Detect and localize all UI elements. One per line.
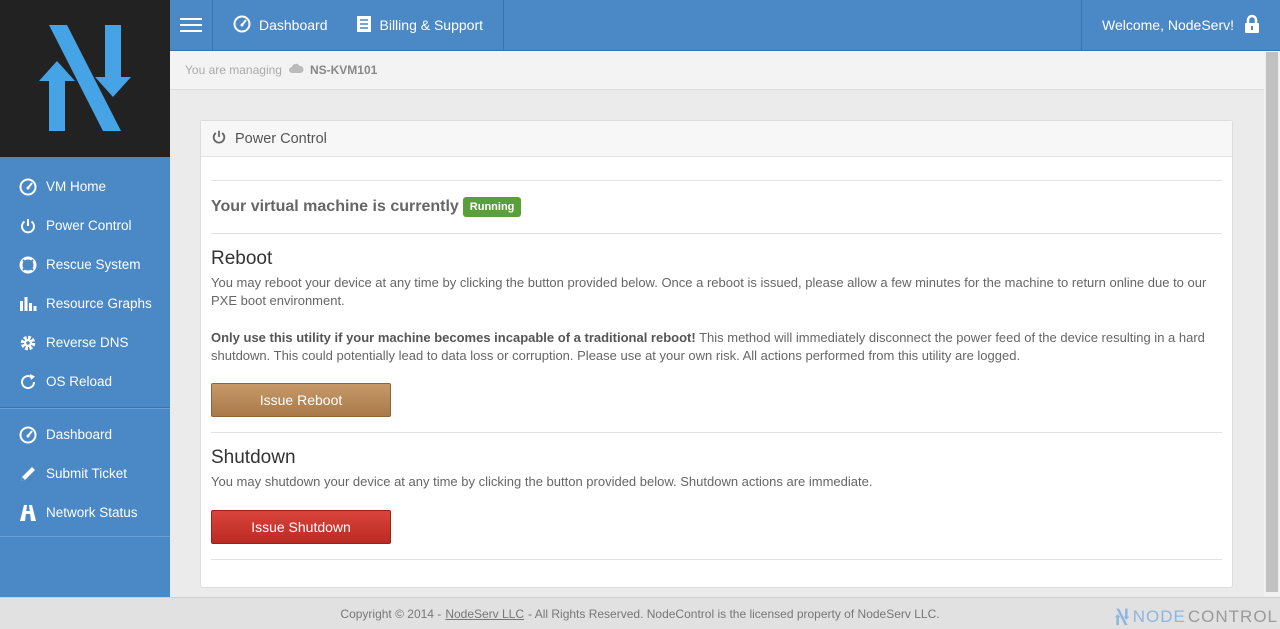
- sidebar-divider: [0, 536, 170, 537]
- sidebar-item-label: Submit Ticket: [46, 466, 128, 481]
- shutdown-heading: Shutdown: [211, 447, 296, 468]
- breadcrumb: You are managing NS-KVM101: [170, 51, 1264, 90]
- footer-suffix: - All Rights Reserved. NodeControl is th…: [528, 606, 940, 621]
- refresh-icon: [18, 372, 38, 392]
- sidebar-vm-group: VM Home Power Control Rescue System Reso…: [0, 157, 170, 401]
- sidebar-item-submit-ticket[interactable]: Submit Ticket: [0, 454, 170, 493]
- sidebar-item-label: Reverse DNS: [46, 335, 129, 350]
- lock-icon[interactable]: [1244, 14, 1260, 37]
- dashboard-icon: [233, 15, 251, 36]
- breadcrumb-prefix: You are managing: [185, 63, 282, 77]
- logo[interactable]: [0, 0, 170, 157]
- sidebar-item-network-status[interactable]: Network Status: [0, 493, 170, 532]
- footer-company-link[interactable]: NodeServ LLC: [445, 607, 524, 621]
- reboot-description: You may reboot your device at any time b…: [211, 275, 1207, 308]
- top-link-label: Billing & Support: [379, 17, 484, 33]
- power-icon: [211, 129, 227, 149]
- power-icon: [18, 216, 38, 236]
- lifebuoy-icon: [18, 255, 38, 275]
- vm-status: Your virtual machine is currently Runnin…: [211, 181, 1222, 233]
- nodecontrol-logo-icon: [1114, 608, 1129, 626]
- page-scrollbar[interactable]: [1264, 51, 1280, 597]
- footer: Copyright © 2014 - NodeServ LLC - All Ri…: [0, 597, 1280, 629]
- sidebar-item-vm-home[interactable]: VM Home: [0, 167, 170, 206]
- shutdown-description: You may shutdown your device at any time…: [211, 474, 873, 489]
- nodecontrol-logo-icon: [39, 24, 131, 131]
- divider: [211, 559, 1222, 560]
- breadcrumb-server[interactable]: NS-KVM101: [310, 63, 377, 77]
- dashboard-icon: [18, 177, 38, 197]
- sidebar-item-rescue-system[interactable]: Rescue System: [0, 245, 170, 284]
- footer-brand-logo: NODE CONTROL: [1113, 607, 1278, 627]
- dashboard-icon: [18, 425, 38, 445]
- status-badge: Running: [462, 197, 522, 217]
- reboot-heading: Reboot: [211, 248, 273, 269]
- power-control-panel: Power Control Your virtual machine is cu…: [200, 120, 1233, 588]
- divider: [211, 233, 1222, 234]
- network-icon: [18, 503, 38, 523]
- footer-brand-control: CONTROL: [1187, 607, 1278, 626]
- hamburger-icon: [180, 18, 202, 20]
- top-link-label: Dashboard: [259, 17, 328, 33]
- sidebar-item-label: Power Control: [46, 218, 132, 233]
- top-nav-links: Dashboard Billing & Support: [213, 0, 505, 50]
- sidebar-item-reverse-dns[interactable]: Reverse DNS: [0, 323, 170, 362]
- sidebar-item-label: Rescue System: [46, 257, 141, 272]
- sidebar-item-power-control[interactable]: Power Control: [0, 206, 170, 245]
- top-link-billing-support[interactable]: Billing & Support: [356, 15, 484, 36]
- footer-prefix: Copyright © 2014 -: [340, 606, 442, 621]
- sidebar-item-label: Network Status: [46, 505, 138, 520]
- bar-chart-icon: [18, 294, 38, 314]
- scrollbar-thumb[interactable]: [1266, 52, 1278, 592]
- panel-body: Your virtual machine is currently Runnin…: [201, 157, 1232, 560]
- sidebar-account-group: Dashboard Submit Ticket Network Status: [0, 409, 170, 532]
- menu-toggle-button[interactable]: [170, 0, 213, 50]
- panel-title: Power Control: [235, 130, 327, 147]
- cloud-icon: [288, 63, 304, 77]
- reboot-warning: Only use this utility if your machine be…: [211, 329, 1222, 365]
- divider: [211, 432, 1222, 433]
- top-navbar: Dashboard Billing & Support Welcome, Nod…: [170, 0, 1280, 51]
- reboot-warning-bold: Only use this utility if your machine be…: [211, 330, 696, 345]
- panel-heading: Power Control: [201, 121, 1232, 157]
- sidebar-item-dashboard[interactable]: Dashboard: [0, 415, 170, 454]
- sidebar-item-label: OS Reload: [46, 374, 113, 389]
- footer-brand-node: NODE: [1132, 607, 1186, 626]
- top-link-dashboard[interactable]: Dashboard: [233, 15, 328, 36]
- main-content: Power Control Your virtual machine is cu…: [170, 90, 1264, 597]
- issue-reboot-button[interactable]: Issue Reboot: [211, 383, 391, 417]
- pencil-icon: [18, 464, 38, 484]
- sidebar-item-label: Dashboard: [46, 427, 113, 442]
- user-menu[interactable]: Welcome, NodeServ!: [1080, 0, 1280, 50]
- status-text: Your virtual machine is currently: [211, 198, 459, 215]
- sidebar-item-resource-graphs[interactable]: Resource Graphs: [0, 284, 170, 323]
- welcome-text: Welcome, NodeServ!: [1101, 17, 1234, 33]
- sidebar-item-label: VM Home: [46, 179, 107, 194]
- sidebar-item-label: Resource Graphs: [46, 296, 152, 311]
- billing-icon: [356, 15, 372, 36]
- issue-shutdown-button[interactable]: Issue Shutdown: [211, 510, 391, 544]
- sidebar: VM Home Power Control Rescue System Reso…: [0, 157, 170, 597]
- gear-icon: [18, 333, 38, 353]
- sidebar-item-os-reload[interactable]: OS Reload: [0, 362, 170, 401]
